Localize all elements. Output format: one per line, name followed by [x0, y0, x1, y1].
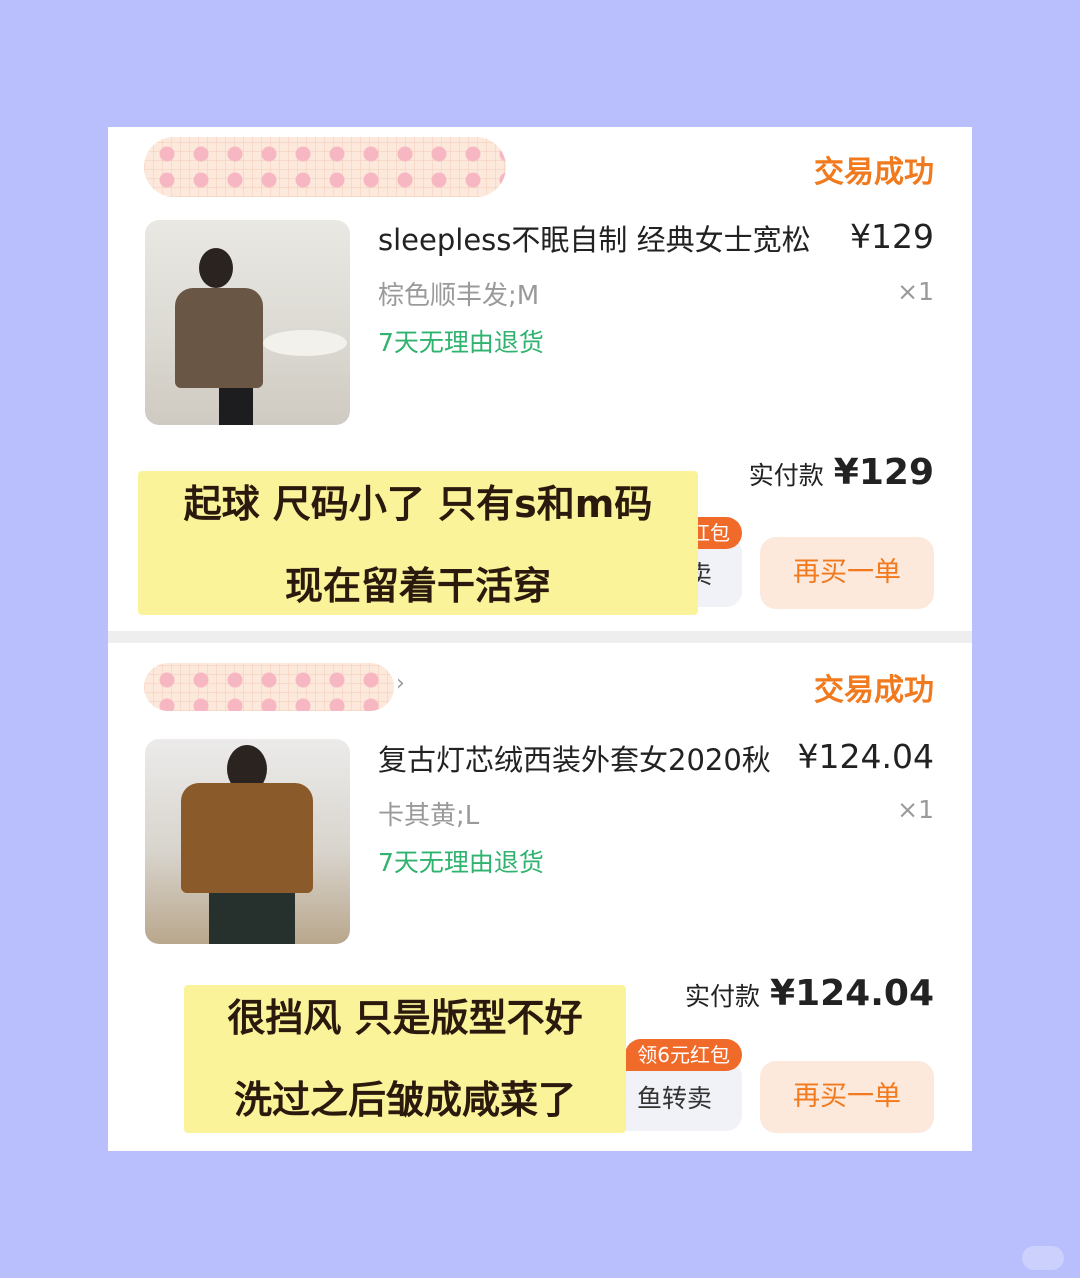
note-line: 现在留着干活穿 — [284, 564, 551, 608]
buy-again-button[interactable]: 再买一单 — [760, 537, 934, 609]
paid-label: 实付款 — [685, 982, 761, 1011]
paid-amount-row: 实付款 ¥129 — [749, 452, 934, 493]
page-indicator — [1022, 1246, 1064, 1270]
product-thumbnail[interactable] — [145, 220, 350, 425]
shop-name-sticker — [144, 663, 394, 711]
return-policy-tag: 7天无理由退货 — [378, 328, 544, 357]
order-card[interactable]: 交易成功 sleepless不眠自制 经典女士宽松 ¥129 棕色顺丰发;M ×… — [108, 127, 972, 631]
chevron-right-icon[interactable]: › — [396, 671, 405, 696]
note-line: 很挡风 只是版型不好 — [227, 996, 583, 1040]
coupon-badge: 领6元红包 — [625, 1039, 742, 1071]
return-policy-tag: 7天无理由退货 — [378, 848, 544, 877]
order-status: 交易成功 — [814, 155, 934, 190]
skirt-shape — [209, 893, 295, 944]
note-line: 洗过之后皱成咸菜了 — [233, 1078, 576, 1122]
note-line: 起球 尺码小了 只有s和m码 — [183, 482, 653, 526]
coat-shape — [175, 288, 263, 388]
paid-amount: ¥129 — [833, 452, 934, 493]
product-spec: 卡其黄;L — [378, 801, 480, 831]
coat-shape — [181, 783, 313, 893]
paid-amount-row: 实付款 ¥124.04 — [685, 973, 934, 1014]
model-head-shape — [199, 248, 233, 288]
order-card[interactable]: › 交易成功 复古灯芯绒西装外套女2020秋 ¥124.04 卡其黄;L ×1 … — [108, 643, 972, 1151]
buy-again-button[interactable]: 再买一单 — [760, 1061, 934, 1133]
product-quantity: ×1 — [897, 277, 934, 306]
paid-amount: ¥124.04 — [770, 973, 934, 1014]
product-price: ¥124.04 — [797, 737, 934, 776]
product-title[interactable]: sleepless不眠自制 经典女士宽松 — [378, 217, 811, 259]
paid-label: 实付款 — [748, 461, 824, 490]
table-shape — [263, 330, 347, 356]
product-spec: 棕色顺丰发;M — [378, 281, 540, 311]
shop-name-sticker — [144, 137, 506, 197]
handwritten-note: 起球 尺码小了 只有s和m码 现在留着干活穿 — [138, 471, 698, 615]
resell-label: 鱼转卖 — [636, 1084, 712, 1113]
boots-shape — [219, 388, 253, 425]
card-divider — [108, 631, 972, 643]
order-status: 交易成功 — [814, 673, 934, 708]
product-thumbnail[interactable] — [145, 739, 350, 944]
product-title[interactable]: 复古灯芯绒西装外套女2020秋 — [378, 737, 771, 779]
product-price: ¥129 — [850, 217, 934, 256]
product-quantity: ×1 — [897, 795, 934, 824]
order-list-panel: 交易成功 sleepless不眠自制 经典女士宽松 ¥129 棕色顺丰发;M ×… — [108, 127, 972, 1151]
handwritten-note: 很挡风 只是版型不好 洗过之后皱成咸菜了 — [184, 985, 626, 1133]
